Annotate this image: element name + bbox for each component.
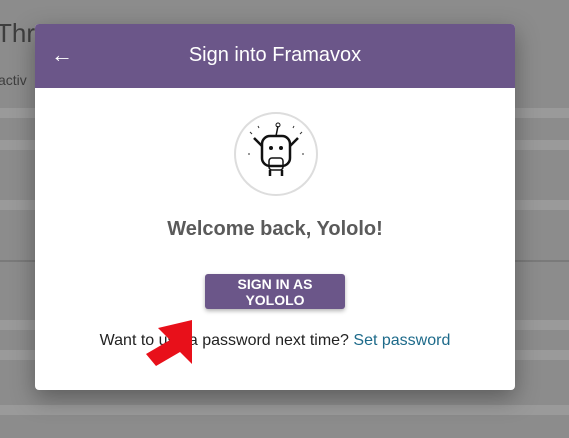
robot-mascot-icon [248,122,304,176]
sign-in-as-user-button[interactable]: SIGN IN AS YOLOLO [205,274,345,309]
set-password-link[interactable]: Set password [353,332,450,349]
welcome-message: Welcome back, Yololo! [167,218,383,240]
sign-in-dialog: ← Sign into Framavox Welcome back, Yolol… [35,24,515,390]
red-arrow-annotation-icon [146,320,192,366]
background-subtitle: activ [0,72,27,88]
bg-stripe [0,405,569,415]
dialog-title: Sign into Framavox [188,44,362,66]
user-avatar [234,112,318,196]
password-prompt-line: Want to use a password next time? Set pa… [35,332,515,350]
password-prompt-text: Want to use a password next time? [99,332,349,349]
dialog-header: ← Sign into Framavox [35,24,515,88]
